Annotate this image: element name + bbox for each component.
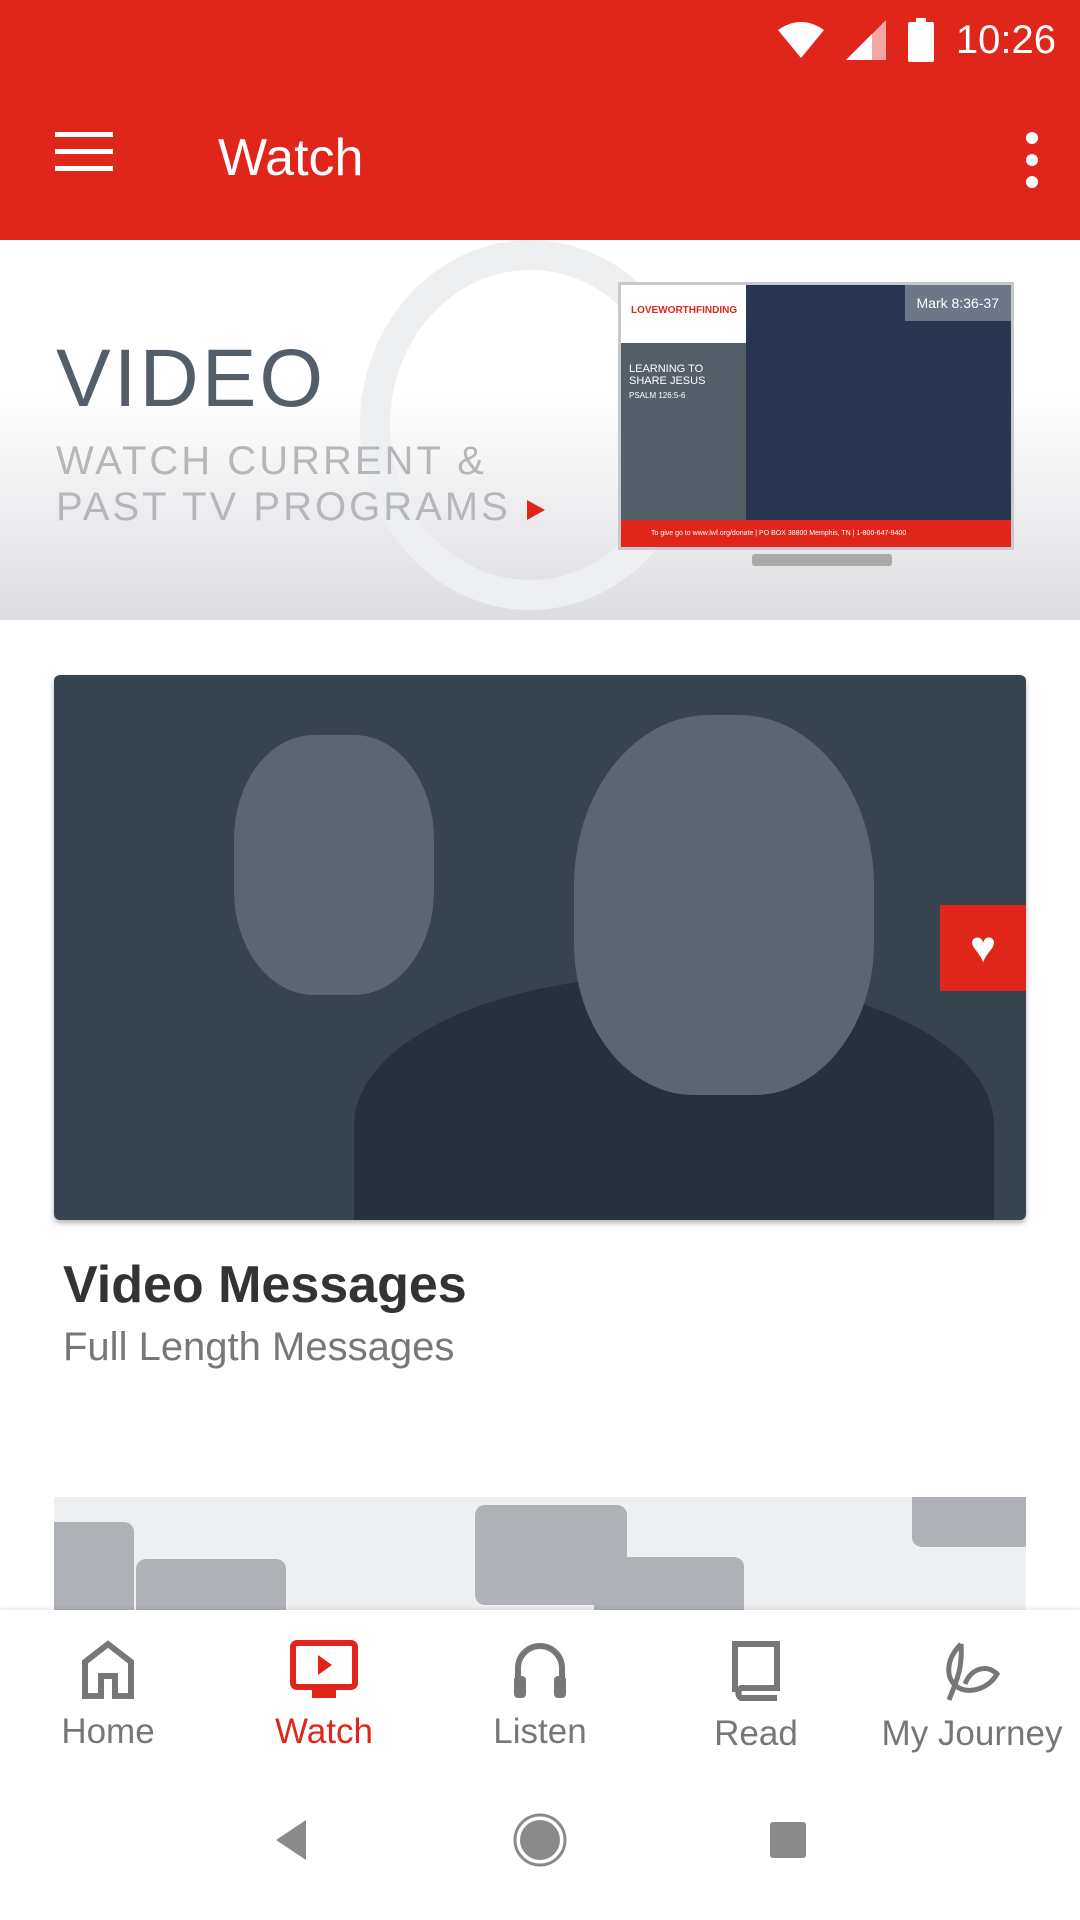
back-icon[interactable]	[272, 1818, 312, 1862]
question-bubble-icon	[54, 1522, 134, 1617]
nav-label: Watch	[275, 1712, 373, 1751]
home-icon	[82, 1640, 134, 1699]
tv-image: LOVEWORTHFINDING LEARNING TO SHARE JESUS…	[618, 282, 1014, 550]
tv-sidebar: LOVEWORTHFINDING LEARNING TO SHARE JESUS…	[621, 285, 746, 523]
nav-read[interactable]: Read	[648, 1610, 864, 1760]
app-bar: 10:26 Watch	[0, 0, 1080, 240]
qa-card[interactable]	[54, 1497, 1026, 1617]
speaker-head	[574, 715, 874, 1095]
headphones-icon	[514, 1643, 566, 1698]
wifi-icon	[777, 22, 824, 58]
nav-my-journey[interactable]: My Journey	[864, 1610, 1080, 1760]
card-title[interactable]: Video Messages	[63, 1255, 467, 1315]
nav-label: Home	[61, 1712, 155, 1751]
tv-scripture: PSALM 126:5-6	[629, 391, 686, 400]
chat-bubble-icon	[912, 1497, 1026, 1547]
clock: 10:26	[955, 17, 1056, 62]
more-vert-icon[interactable]	[1026, 132, 1040, 198]
play-arrow-icon	[526, 500, 545, 520]
nav-label: Read	[714, 1714, 798, 1753]
card-subtitle: Full Length Messages	[63, 1325, 455, 1369]
page-title: Watch	[218, 129, 364, 187]
nav-listen[interactable]: Listen	[432, 1610, 648, 1760]
nav-home[interactable]: Home	[0, 1610, 216, 1760]
banner-subtitle-line2: PAST TV PROGRAMS	[56, 485, 511, 529]
chat-bubble-icon	[136, 1559, 286, 1617]
banner-heading: VIDEO	[56, 333, 327, 424]
leaf-icon	[946, 1642, 1001, 1701]
speaker-hand	[234, 735, 434, 995]
bottom-nav: Home Watch Listen Read My Journey	[0, 1610, 1080, 1760]
video-messages-card[interactable]: ♥	[54, 675, 1026, 1220]
signal-icon	[845, 20, 886, 60]
tv-verse: Mark 8:36-37	[904, 285, 1011, 321]
home-button-icon[interactable]	[512, 1812, 568, 1868]
lwf-logo-icon: ♥	[940, 905, 1026, 991]
system-nav-bar	[0, 1760, 1080, 1920]
battery-icon	[907, 18, 934, 62]
chat-bubble-icon	[594, 1557, 744, 1617]
tv-play-icon	[290, 1640, 358, 1698]
banner-subtitle-line1: WATCH CURRENT &	[56, 439, 487, 483]
banner-subtitle: WATCH CURRENT & PAST TV PROGRAMS	[56, 438, 545, 530]
hamburger-icon[interactable]	[55, 132, 113, 172]
tv-logo: LOVEWORTHFINDING	[621, 285, 746, 343]
nav-watch[interactable]: Watch	[216, 1610, 432, 1760]
tv-stand	[752, 554, 892, 566]
video-banner[interactable]: VIDEO WATCH CURRENT & PAST TV PROGRAMS L…	[0, 240, 1080, 620]
recents-icon[interactable]	[768, 1820, 808, 1860]
book-icon	[732, 1641, 780, 1701]
nav-label: My Journey	[881, 1714, 1063, 1753]
tv-speaker: Mark 8:36-37	[746, 285, 1011, 523]
tv-footer: To give go to www.lwf.org/donate | PO BO…	[621, 520, 1011, 547]
status-bar: 10:26	[777, 10, 1056, 70]
tv-sermon-title: LEARNING TO SHARE JESUS	[629, 363, 706, 387]
nav-label: Listen	[493, 1712, 587, 1751]
